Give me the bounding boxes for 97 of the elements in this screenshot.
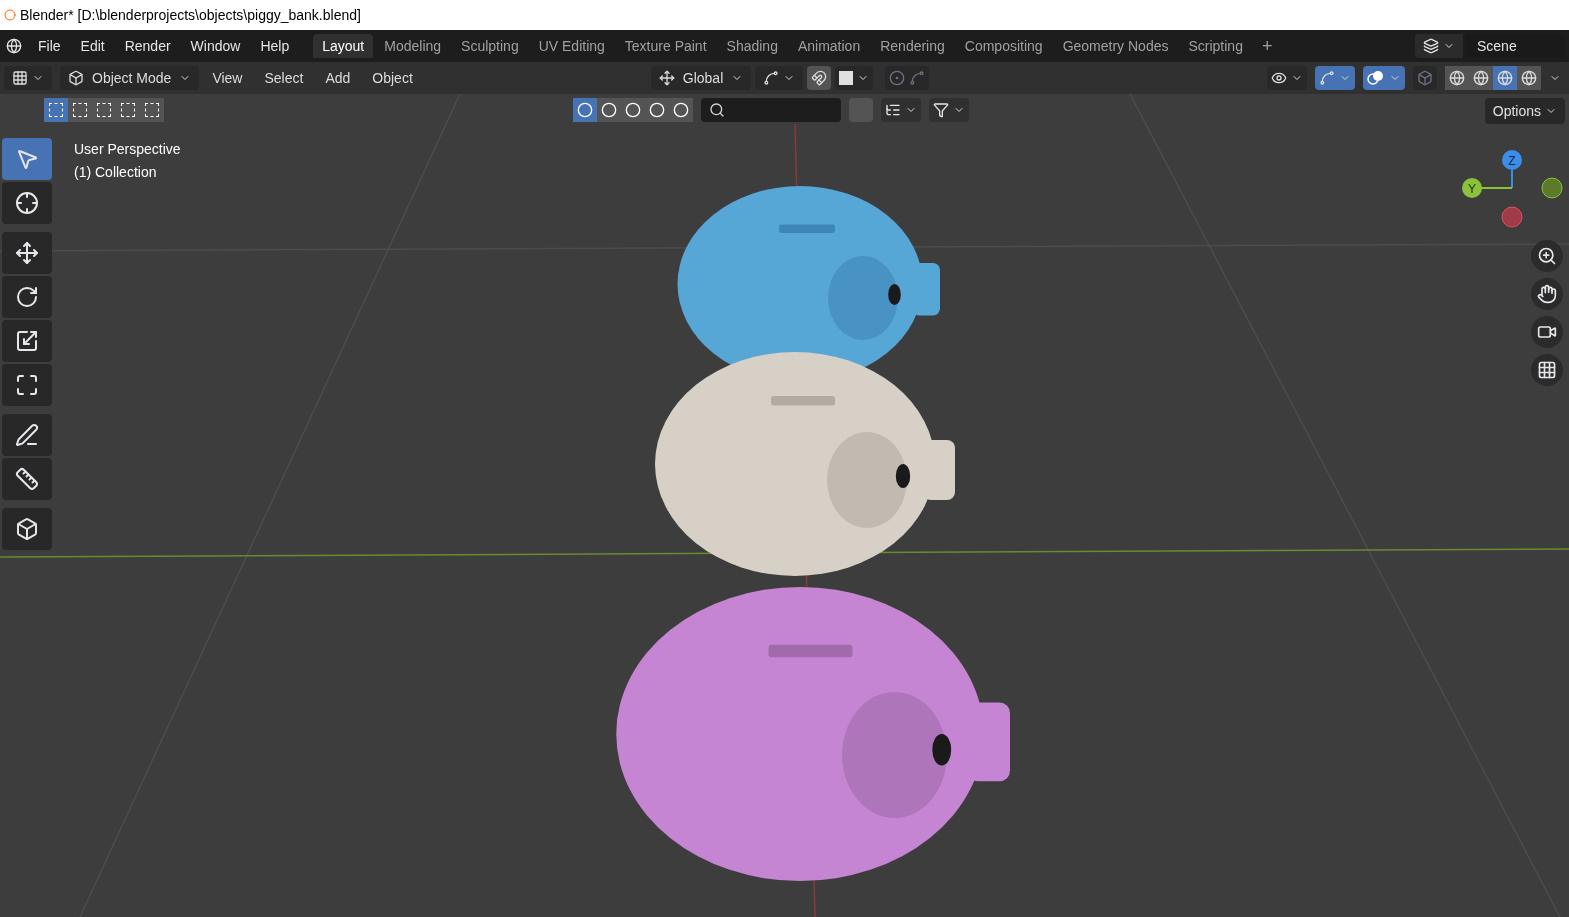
- view-label: User Perspective: [74, 140, 181, 159]
- eye-icon: [1271, 70, 1287, 86]
- circle-icon: [577, 102, 593, 118]
- shading-button[interactable]: [1517, 66, 1541, 90]
- app-icon: [4, 9, 16, 21]
- zoom-in-icon: [1537, 246, 1557, 266]
- axis-gizmo-drawing[interactable]: Z Y: [1460, 146, 1564, 228]
- snap-toggle[interactable]: [807, 66, 832, 90]
- workspace-tab[interactable]: Geometry Nodes: [1053, 34, 1178, 58]
- dashed-square-icon: [145, 103, 159, 117]
- tool-button[interactable]: [2, 458, 52, 500]
- tree-icon: [885, 102, 901, 118]
- workspace-tab[interactable]: Layout: [313, 34, 374, 58]
- proportional-toggle[interactable]: [885, 66, 930, 90]
- tool-button[interactable]: [2, 414, 52, 456]
- collection-label: (1) Collection: [74, 163, 158, 182]
- workspace-tab[interactable]: UV Editing: [529, 34, 614, 58]
- snap-target-dropdown[interactable]: [835, 66, 874, 90]
- search-field[interactable]: [701, 98, 841, 122]
- filter-dropdown[interactable]: [929, 98, 969, 122]
- xray-icon: [1417, 70, 1433, 86]
- options-dropdown[interactable]: Options: [1484, 98, 1565, 124]
- gizmo-toggle[interactable]: [1315, 66, 1355, 90]
- sphere-icon: [1497, 70, 1513, 86]
- menu-item[interactable]: Render: [114, 35, 181, 57]
- funnel-icon: [933, 102, 949, 118]
- transform-icon: [15, 373, 39, 397]
- menu-item[interactable]: Add: [316, 67, 360, 89]
- filter-button[interactable]: [669, 98, 693, 122]
- workspace-tab[interactable]: Sculpting: [452, 34, 528, 58]
- tool-button[interactable]: [2, 232, 52, 274]
- sphere-icon: [1473, 70, 1489, 86]
- circle-icon: [649, 102, 665, 118]
- crosshair-icon: [15, 191, 39, 215]
- menu-item[interactable]: File: [28, 35, 71, 57]
- menu-item[interactable]: Select: [255, 67, 313, 89]
- shading-button[interactable]: [1493, 66, 1517, 90]
- ruler-icon: [15, 467, 39, 491]
- circle-icon: [625, 102, 641, 118]
- cube-icon: [15, 517, 39, 541]
- grid-icon: [12, 70, 28, 86]
- select-mode-button[interactable]: [68, 98, 92, 122]
- filter-button[interactable]: [573, 98, 597, 122]
- search-icon: [709, 102, 725, 118]
- workspace-tab[interactable]: Compositing: [955, 34, 1052, 58]
- overlay-toggle[interactable]: [1363, 66, 1405, 90]
- pointer-icon: [15, 147, 39, 171]
- window-title: Blender* [D:\blenderprojects\objects\piggy_bank.blend]: [20, 5, 361, 25]
- orientation-dropdown[interactable]: Global: [650, 66, 752, 90]
- xray-toggle[interactable]: [1413, 66, 1437, 90]
- tool-button[interactable]: [2, 276, 52, 318]
- circle-icon: [673, 102, 689, 118]
- cube-icon: [68, 70, 84, 86]
- editor-type-button[interactable]: [4, 66, 52, 90]
- menu-item[interactable]: View: [203, 67, 252, 89]
- square-icon: [839, 71, 854, 85]
- shading-button[interactable]: [1445, 66, 1469, 90]
- select-mode-button[interactable]: [44, 98, 68, 122]
- visibility-dropdown[interactable]: [1267, 66, 1307, 90]
- workspace-tab[interactable]: Scripting: [1179, 34, 1252, 58]
- menu-item[interactable]: Object: [363, 67, 422, 89]
- select-mode-button[interactable]: [140, 98, 164, 122]
- mode-dropdown[interactable]: Object Mode: [60, 66, 200, 90]
- dashed-square-icon: [121, 103, 135, 117]
- sort-dropdown[interactable]: [881, 98, 921, 122]
- menu-item[interactable]: Window: [180, 35, 251, 57]
- workspace-tab[interactable]: Modeling: [375, 34, 451, 58]
- tool-button[interactable]: [2, 364, 52, 406]
- move-icon: [15, 241, 39, 265]
- menu-item[interactable]: Help: [250, 35, 300, 57]
- circle-icon: [601, 102, 617, 118]
- hand-icon: [1537, 284, 1557, 304]
- filter-button[interactable]: [597, 98, 621, 122]
- sphere-icon: [1521, 70, 1537, 86]
- workspace-tab[interactable]: Texture Paint: [615, 34, 716, 58]
- workspace-tab[interactable]: Rendering: [871, 34, 954, 58]
- shading-button[interactable]: [1469, 66, 1493, 90]
- workspace-tab[interactable]: Shading: [717, 34, 787, 58]
- workspace-tab[interactable]: Animation: [788, 34, 870, 58]
- rotate-icon: [15, 285, 39, 309]
- scene-selector[interactable]: [1415, 34, 1463, 58]
- grid-icon: [1537, 360, 1557, 380]
- scale-icon: [15, 329, 39, 353]
- pivot-dropdown[interactable]: [755, 66, 804, 90]
- tool-button[interactable]: [2, 508, 52, 550]
- dashed-square-icon: [97, 103, 111, 117]
- magnet-icon: [811, 70, 828, 86]
- dashed-square-icon: [49, 103, 63, 117]
- add-workspace-button[interactable]: +: [1253, 32, 1281, 60]
- pen-icon: [15, 423, 39, 447]
- tool-button[interactable]: [2, 182, 52, 224]
- dashed-square-icon: [73, 103, 87, 117]
- menu-item[interactable]: Edit: [70, 35, 115, 57]
- sphere-icon: [1449, 70, 1465, 86]
- tool-button[interactable]: [2, 320, 52, 362]
- overlay-icon: [1367, 70, 1385, 86]
- target-icon: [889, 70, 906, 86]
